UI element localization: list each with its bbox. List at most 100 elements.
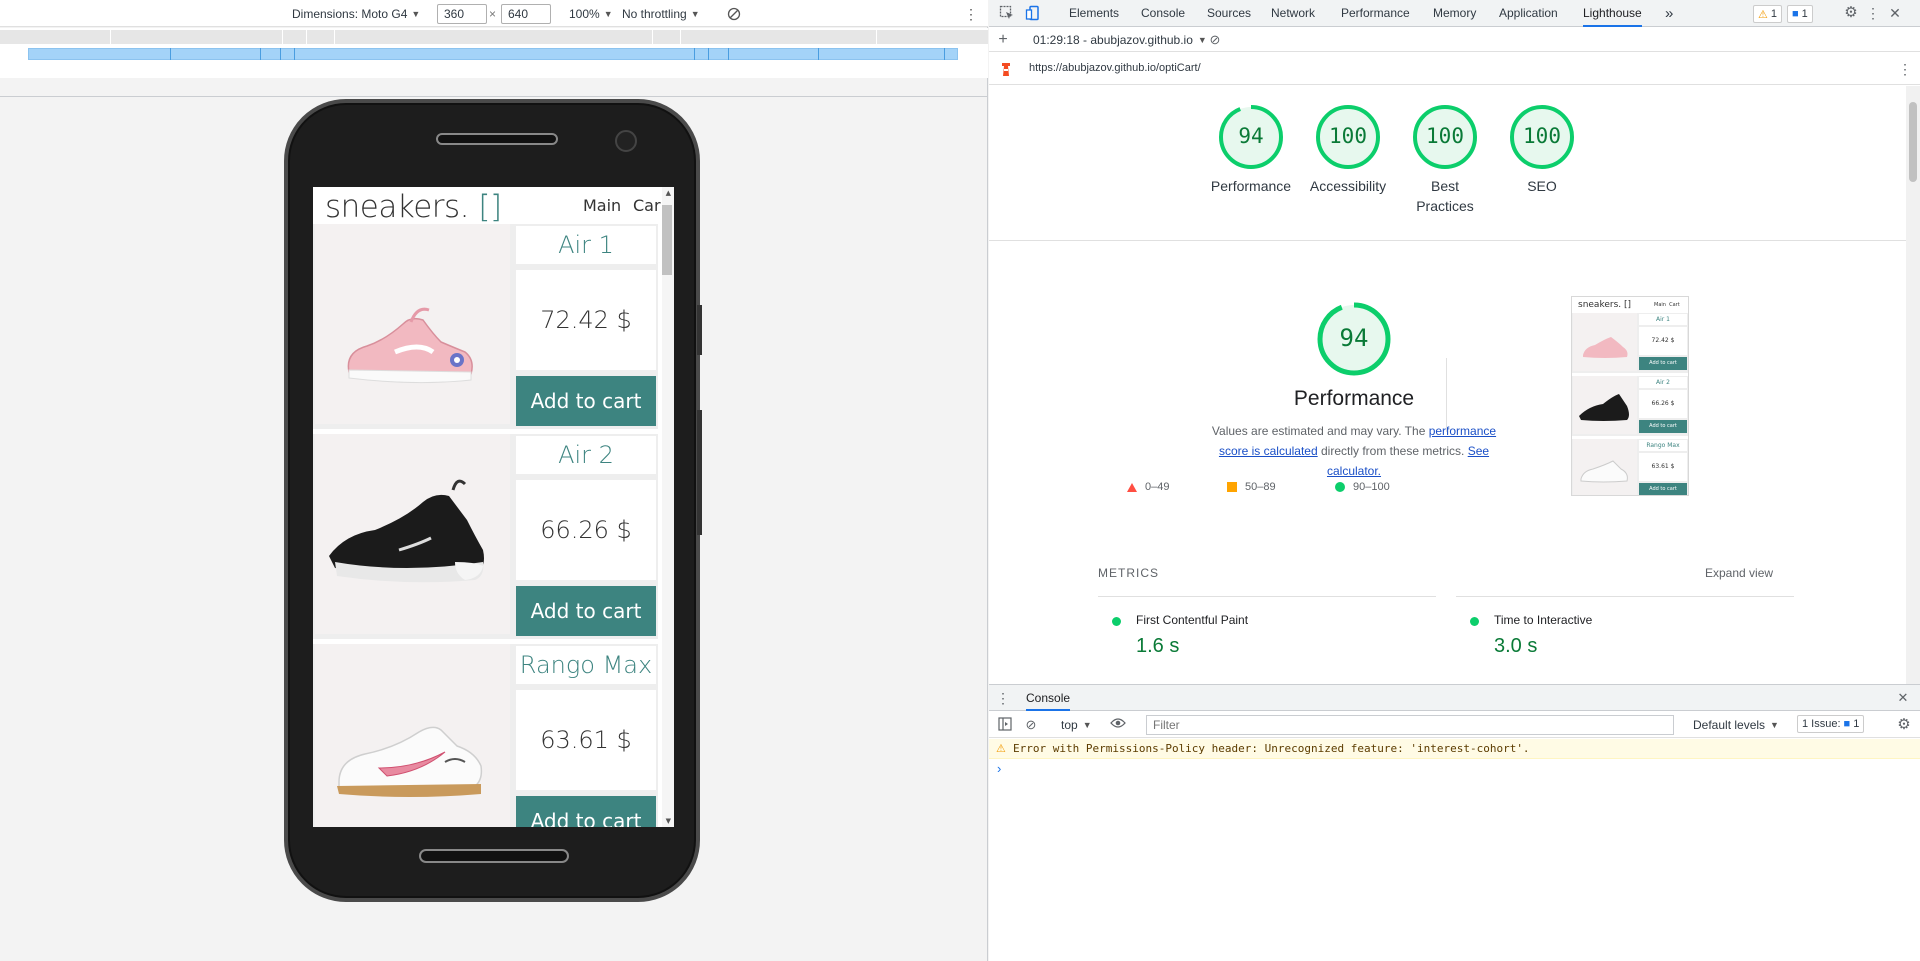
ruler-marker [170,48,171,60]
chevron-down-icon: ▼ [1197,35,1207,45]
scrollbar-thumb[interactable] [1909,102,1917,182]
close-drawer-icon[interactable]: ✕ [1895,690,1911,706]
messages-badge[interactable]: ■ 1 [1787,5,1813,23]
throttling-select[interactable]: No throttling ▼ [622,5,700,23]
gauge-performance[interactable]: 94 Performance [1196,104,1306,196]
ruler-divider [306,30,307,44]
thumbnail-price: 72.42 $ [1639,327,1687,355]
warnings-badge[interactable]: ⚠ 1 [1753,5,1782,23]
page-scrollbar[interactable]: ▲ ▼ [662,187,674,827]
logo-text: sneakers. [325,189,470,225]
phone-camera [615,130,637,152]
description-text: Values are estimated and may vary. The [1211,424,1429,438]
scroll-up-icon[interactable]: ▲ [666,189,671,197]
scrollbar-thumb[interactable] [662,205,672,275]
ruler-marker [694,48,695,60]
clear-console-icon[interactable]: ⊘ [1023,717,1039,733]
issue-icon: ■ [1843,718,1851,730]
width-input[interactable] [437,4,487,24]
log-levels-select[interactable]: Default levels ▼ [1693,718,1779,732]
add-to-cart-button[interactable]: Add to cart [516,376,656,426]
ruler-divider [334,30,335,44]
inspect-element-icon[interactable] [999,5,1015,21]
final-screenshot-thumbnail[interactable]: sneakers. [] Main Cart Air 1 72.42 $ Add… [1571,296,1689,496]
context-select[interactable]: top ▼ [1061,718,1092,732]
metric-first-contentful-paint: First Contentful Paint 1.6 s [1098,596,1436,684]
gauge-best-practices[interactable]: 100 Best Practices [1390,104,1500,216]
tab-sources[interactable]: Sources [1207,0,1251,27]
device-select[interactable]: Dimensions: Moto G4 ▼ [292,5,420,23]
product-image[interactable] [315,224,510,424]
tab-memory[interactable]: Memory [1433,0,1476,27]
product-image[interactable] [315,644,510,827]
gauge-seo[interactable]: 100 SEO [1487,104,1597,196]
console-warning-message[interactable]: ⚠ Error with Permissions-Policy header: … [989,739,1920,759]
thumbnail-price: 63.61 $ [1639,453,1687,481]
ruler-marker [280,48,281,60]
phone-speaker [436,133,558,145]
tab-elements[interactable]: Elements [1069,0,1119,27]
tab-console[interactable]: Console [1141,0,1185,27]
gauge-accessibility[interactable]: 100 Accessibility [1293,104,1403,196]
plus-icon[interactable]: + [995,32,1011,48]
emulated-screen[interactable]: sneakers. [] Main Car Air 1 72.42 $ Add … [313,187,674,827]
ruler-marker [944,48,945,60]
gauge-score: 100 [1523,124,1561,148]
more-tabs-icon[interactable]: » [1665,0,1673,27]
console-settings-gear-icon[interactable]: ⚙ [1896,717,1912,733]
thumbnail-price: 66.26 $ [1639,390,1687,418]
rotate-icon[interactable] [727,5,741,23]
console-filter-input[interactable] [1146,715,1674,735]
report-selector-label: 01:29:18 - abubjazov.github.io [1033,33,1193,47]
circle-icon [1335,482,1345,492]
report-selector[interactable]: 01:29:18 - abubjazov.github.io ▼ [1033,33,1207,47]
height-input[interactable] [501,4,551,24]
scroll-down-icon[interactable]: ▼ [666,817,671,825]
clear-icon[interactable]: ⊘ [1207,32,1223,48]
tab-performance[interactable]: Performance [1341,0,1410,27]
report-url[interactable]: https://abubjazov.github.io/optiCart/ [1029,62,1201,74]
console-prompt[interactable]: › [997,761,1001,776]
chevron-down-icon: ▼ [1082,720,1092,730]
tab-network[interactable]: Network [1271,0,1315,27]
devtools-panel: Elements Console Sources Network Perform… [989,0,1920,961]
divider [0,96,988,97]
lighthouse-toolbar: + 01:29:18 - abubjazov.github.io ▼ ⊘ [989,28,1920,52]
metric-value: 1.6 s [1136,635,1180,657]
legend-average: 50–89 [1227,481,1276,493]
drawer-tab-console[interactable]: Console [1026,685,1071,711]
warning-text: Error with Permissions-Policy header: Un… [1013,742,1530,755]
tab-application[interactable]: Application [1499,0,1558,27]
nav-cart-link[interactable]: Car [633,196,661,215]
add-to-cart-button[interactable]: Add to cart [516,796,656,827]
zoom-select[interactable]: 100% ▼ [569,5,613,23]
pass-circle-icon [1112,617,1121,626]
thumbnail-card: Rango Max 63.61 $ Add to cart [1572,439,1688,495]
thumbnail-name: Air 1 [1639,314,1687,325]
more-options-icon[interactable]: ⋮ [964,5,978,23]
customize-menu-icon[interactable]: ⋮ [1865,5,1881,21]
product-image[interactable] [315,434,510,634]
issues-badge[interactable]: 1 Issue: ■ 1 [1797,715,1865,733]
settings-gear-icon[interactable]: ⚙ [1843,5,1859,21]
report-scrollbar[interactable] [1906,86,1920,684]
ruler-marker [708,48,709,60]
messages-count: 1 [1801,8,1808,20]
close-icon[interactable]: ✕ [1887,5,1903,21]
lighthouse-report: 94 Performance 100 Accessibility 100 Bes… [989,86,1906,684]
thumbnail-card: Air 1 72.42 $ Add to cart [1572,313,1688,373]
sidebar-toggle-icon[interactable] [997,717,1013,733]
phone-side-button [697,305,702,355]
tab-lighthouse[interactable]: Lighthouse [1583,0,1642,27]
add-to-cart-button[interactable]: Add to cart [516,586,656,636]
eye-icon[interactable] [1110,717,1126,733]
nav-main-link[interactable]: Main [583,196,621,215]
drawer-tabbar: ⋮ Console ✕ [989,685,1920,711]
thumbnail-name: Air 2 [1639,377,1687,388]
expand-view-toggle[interactable]: Expand view [1705,566,1773,580]
drawer-menu-icon[interactable]: ⋮ [995,690,1011,706]
device-toggle-icon[interactable] [1025,5,1041,21]
report-menu-icon[interactable]: ⋮ [1897,61,1913,77]
site-logo[interactable]: sneakers. [] [325,189,502,225]
legend-pass: 90–100 [1335,481,1390,493]
